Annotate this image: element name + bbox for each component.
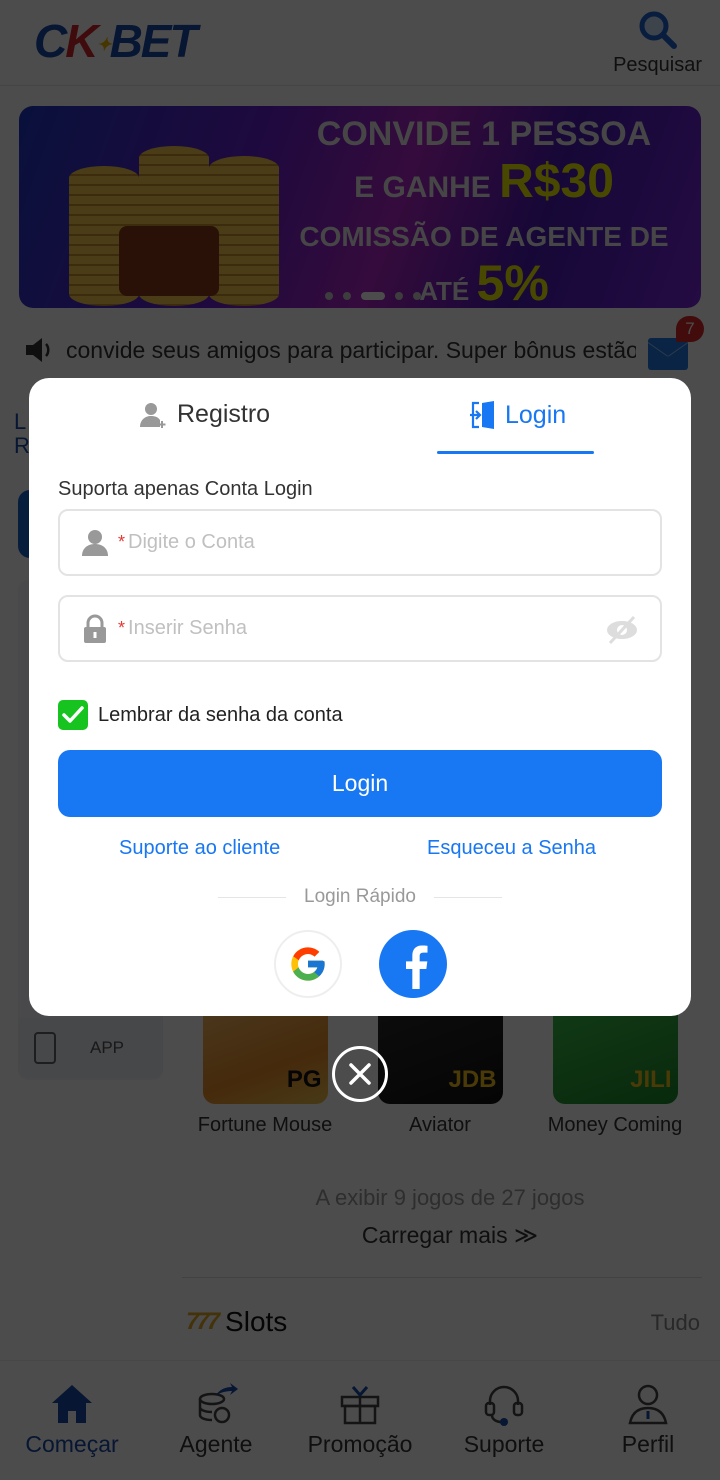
quick-login-label: Login Rápido [304, 886, 416, 907]
login-modal: Registro Login Suporta apenas Conta Logi… [29, 378, 691, 1016]
divider-line [218, 896, 286, 898]
close-modal-button[interactable] [332, 1046, 388, 1102]
quick-login-divider: Login Rápido [29, 886, 691, 908]
customer-support-link[interactable]: Suporte ao cliente [119, 837, 280, 860]
remember-checkbox[interactable] [58, 700, 88, 730]
remember-label: Lembrar da senha da conta [98, 703, 343, 726]
google-login-button[interactable] [274, 930, 342, 998]
login-button[interactable]: Login [58, 750, 662, 817]
tab-registro[interactable]: Registro [139, 400, 270, 429]
checkmark-icon [62, 706, 84, 723]
eye-off-icon[interactable] [604, 615, 640, 650]
close-icon [349, 1063, 371, 1085]
tab-registro-label: Registro [177, 400, 271, 428]
user-icon [80, 529, 110, 557]
forgot-password-link[interactable]: Esqueceu a Senha [427, 837, 596, 860]
lock-icon [80, 614, 110, 644]
password-field[interactable]: * [58, 595, 662, 662]
required-mark: * [118, 532, 126, 552]
facebook-login-button[interactable] [379, 930, 447, 998]
facebook-icon [406, 945, 428, 989]
password-input[interactable] [128, 617, 569, 640]
login-door-icon [470, 401, 494, 429]
tab-login-label: Login [505, 400, 567, 429]
add-user-icon [140, 402, 166, 428]
tab-login[interactable]: Login [469, 400, 566, 430]
remember-password[interactable]: Lembrar da senha da conta [58, 700, 343, 730]
required-mark: * [118, 618, 126, 638]
account-field[interactable]: * [58, 509, 662, 576]
social-login [274, 930, 447, 998]
support-info-text: Suporta apenas Conta Login [58, 478, 313, 500]
active-tab-indicator [437, 451, 594, 454]
account-input[interactable] [128, 531, 569, 554]
divider-line [433, 896, 502, 898]
modal-tabs: Registro Login [29, 378, 691, 458]
google-icon [291, 947, 325, 981]
